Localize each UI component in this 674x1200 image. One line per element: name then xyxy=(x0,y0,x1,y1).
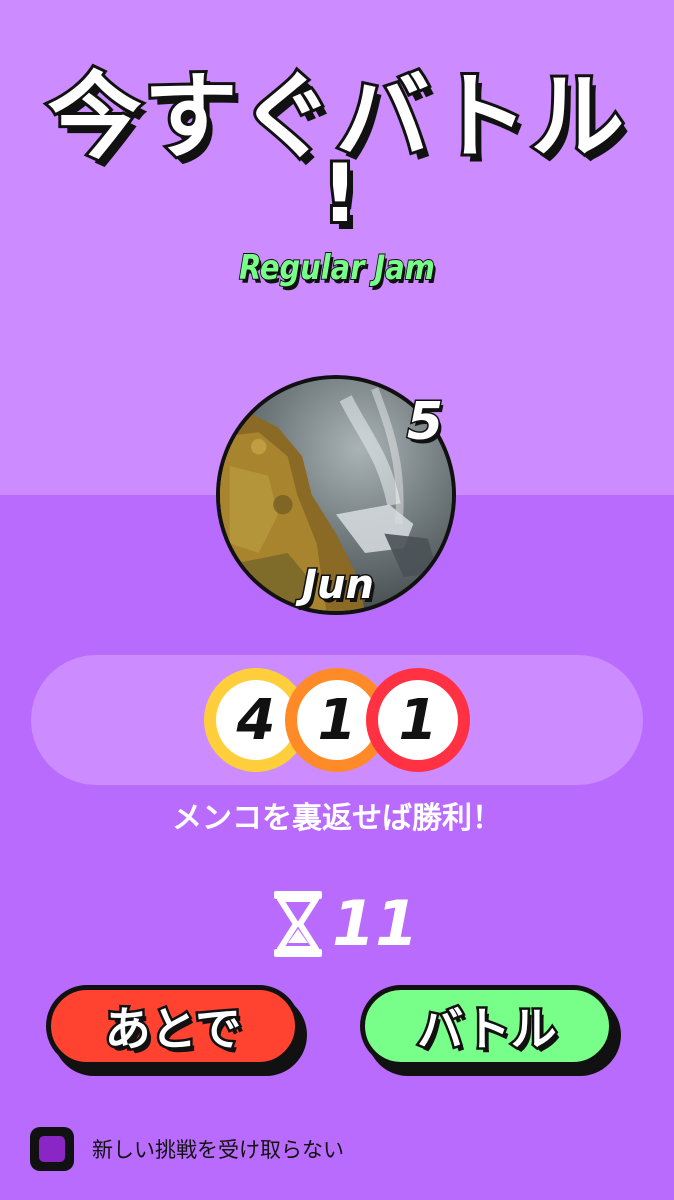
hourglass-icon xyxy=(274,891,322,957)
score-coin-value: 4 xyxy=(216,680,296,760)
battle-button[interactable]: バトル xyxy=(360,985,614,1067)
page-title: 今すぐバトル ! xyxy=(0,67,674,237)
decline-challenges-option[interactable]: 新しい挑戦を受け取らない xyxy=(30,1126,344,1172)
later-button[interactable]: あとで xyxy=(46,985,300,1067)
checkbox-check-mark xyxy=(39,1136,65,1162)
decline-challenges-checkbox[interactable] xyxy=(30,1127,74,1171)
score-coin-value: 1 xyxy=(297,680,377,760)
countdown-timer: 11 xyxy=(270,888,418,960)
score-coin-value: 1 xyxy=(378,680,458,760)
score-coin-red: 1 xyxy=(366,668,470,772)
player-rank-badge: 5 xyxy=(405,391,444,454)
win-condition-hint: メンコを裏返せば勝利！ xyxy=(172,801,502,836)
decline-challenges-label: 新しい挑戦を受け取らない xyxy=(92,1138,344,1162)
later-button-label: あとで xyxy=(102,1000,244,1059)
battle-button-label: バトル xyxy=(415,1000,559,1059)
player-name: Jun xyxy=(301,561,376,610)
timer-value: 11 xyxy=(332,887,419,960)
game-mode-label: Regular Jam xyxy=(238,247,435,289)
